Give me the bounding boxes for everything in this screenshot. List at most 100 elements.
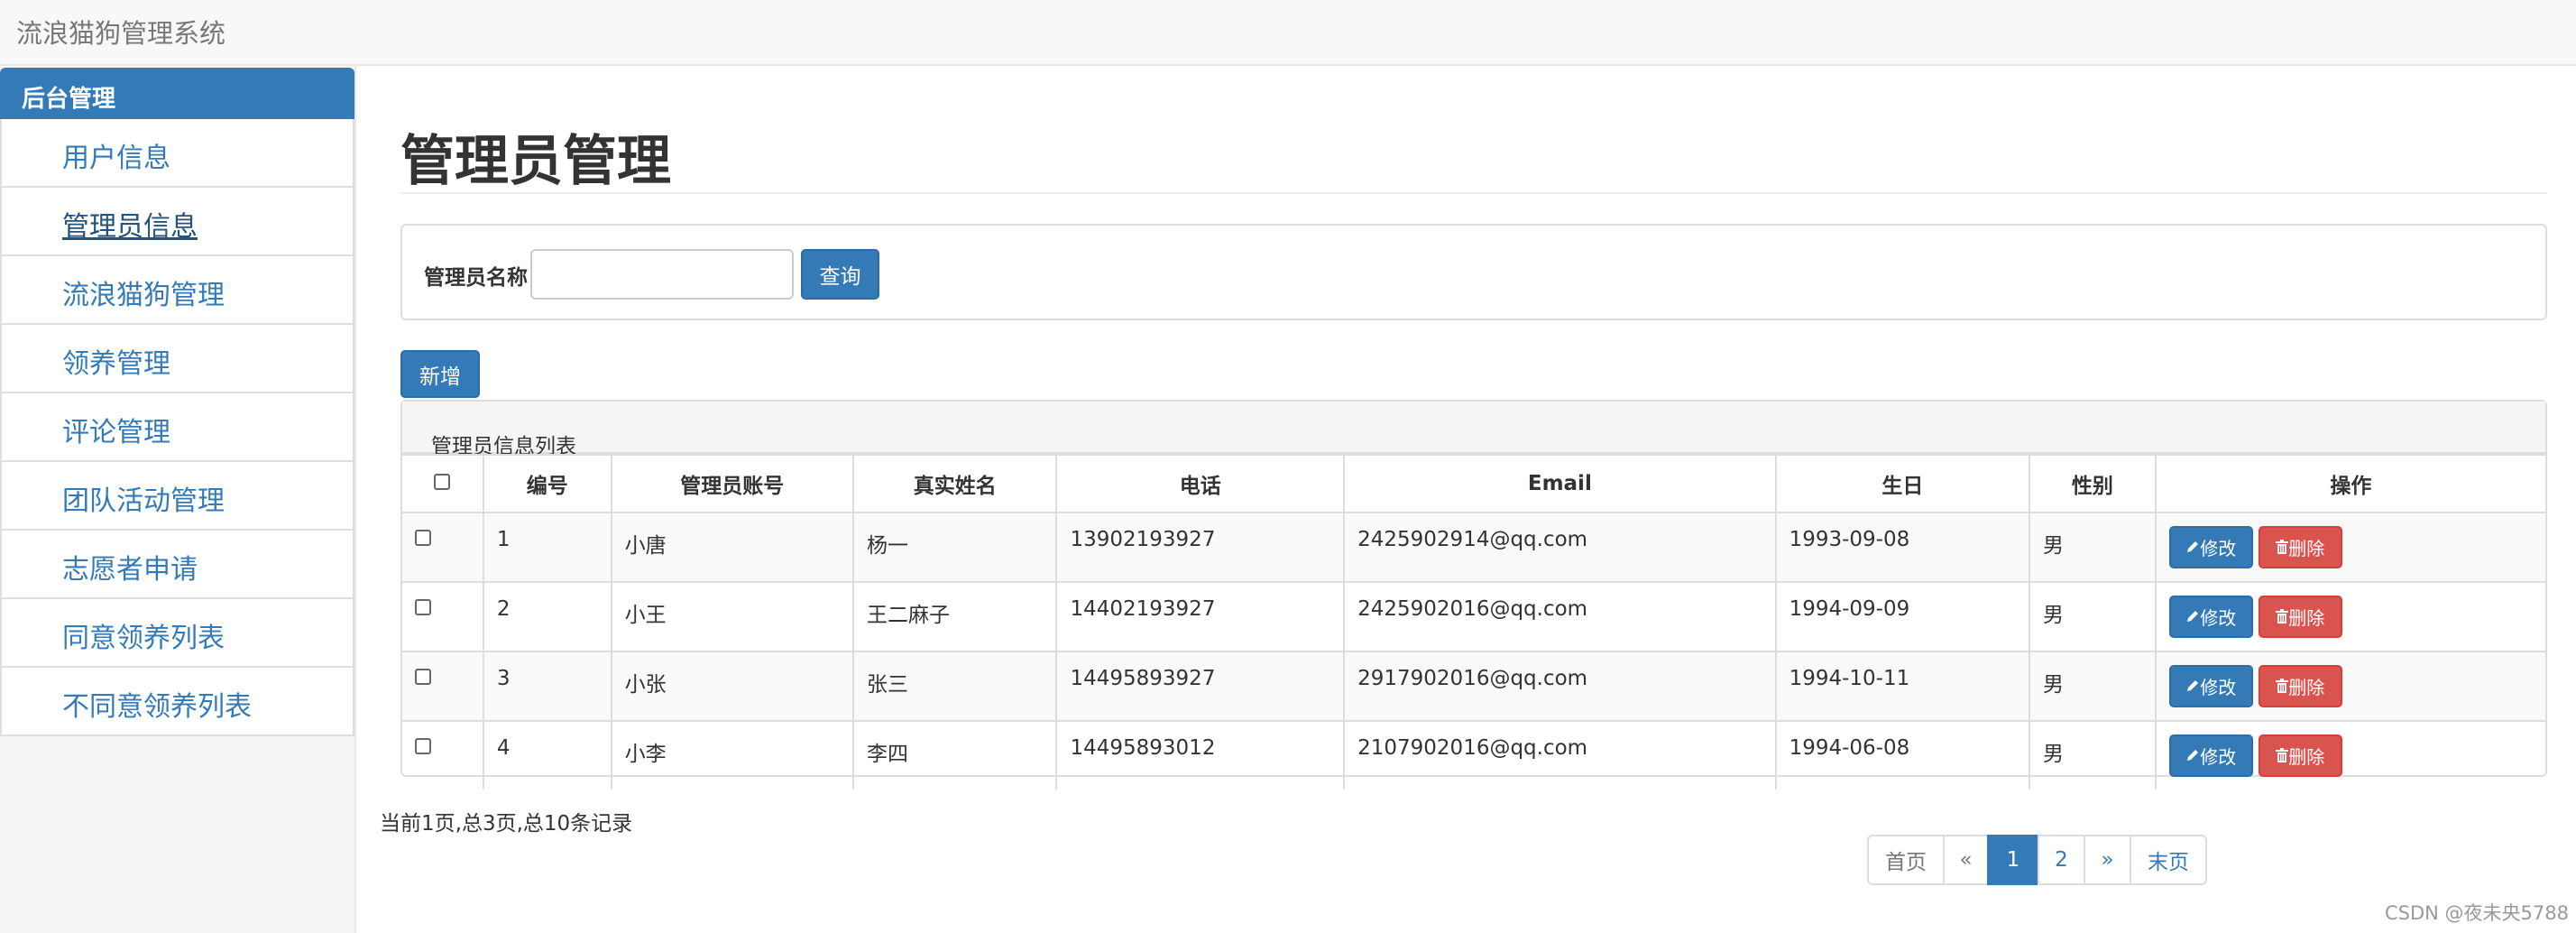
select-all-checkbox[interactable] <box>434 474 451 490</box>
actions-cell: 修改 删除 <box>2154 581 2545 652</box>
cell-phone: 13902193927 <box>1055 512 1346 583</box>
cell-name: 李四 <box>851 720 1058 790</box>
sidebar-item-label: 志愿者申请 <box>62 554 198 586</box>
cell-id: 2 <box>482 581 612 652</box>
pencil-icon <box>2185 745 2200 767</box>
cell-name: 张三 <box>851 651 1058 722</box>
sidebar-item[interactable]: 用户信息 <box>0 119 354 188</box>
cell-id: 3 <box>482 651 612 722</box>
cell-phone: 14402193927 <box>1055 581 1346 652</box>
delete-button[interactable]: 删除 <box>2258 596 2342 638</box>
app-title[interactable]: 流浪猫狗管理系统 <box>16 13 225 51</box>
table-panel: 管理员信息列表 编号 管理员账号 真实姓名 电话 Email 生日 性别 操作 1 小唐 杨一 13… <box>400 400 2547 790</box>
table-heading: 管理员信息列表 <box>402 402 2545 458</box>
sidebar-item[interactable]: 流浪猫狗管理 <box>0 256 354 325</box>
cell-account: 小李 <box>610 720 854 790</box>
table-row: 1 小唐 杨一 13902193927 2425902914@qq.com 1993-09… <box>402 512 2545 583</box>
column-header: 操作 <box>2154 454 2545 513</box>
column-header: 管理员账号 <box>610 454 854 513</box>
cell-gender: 男 <box>2029 720 2157 790</box>
trash-icon <box>2276 745 2289 767</box>
cell-birthday: 1994-06-08 <box>1774 720 2031 790</box>
sidebar-item-label: 不同意领养列表 <box>62 691 252 723</box>
delete-button[interactable]: 删除 <box>2258 526 2342 568</box>
edit-button[interactable]: 修改 <box>2168 734 2253 777</box>
admin-table: 编号 管理员账号 真实姓名 电话 Email 生日 性别 操作 1 小唐 杨一 1390219392… <box>402 454 2545 790</box>
cell-name: 杨一 <box>851 512 1058 583</box>
row-select-cell <box>402 651 484 722</box>
sidebar-item[interactable]: 团队活动管理 <box>0 462 354 531</box>
search-panel: 管理员名称 查询 <box>400 224 2547 320</box>
navbar: 流浪猫狗管理系统 <box>0 0 2576 66</box>
add-button[interactable]: 新增 <box>400 350 480 398</box>
search-button[interactable]: 查询 <box>801 249 879 300</box>
trash-icon <box>2276 676 2289 697</box>
cell-birthday: 1994-10-11 <box>1774 651 2031 722</box>
cell-gender: 男 <box>2029 512 2157 583</box>
select-all-header <box>402 454 484 513</box>
cell-account: 小唐 <box>610 512 854 583</box>
admin-name-input[interactable] <box>530 249 794 300</box>
sidebar-item-label: 流浪猫狗管理 <box>62 280 225 311</box>
row-checkbox[interactable] <box>415 669 431 685</box>
cell-account: 小张 <box>610 651 854 722</box>
row-select-cell <box>402 720 484 790</box>
sidebar-item-label: 管理员信息 <box>62 211 198 243</box>
trash-icon <box>2276 606 2289 628</box>
column-header: 真实姓名 <box>851 454 1058 513</box>
sidebar-header: 后台管理 <box>0 68 354 119</box>
sidebar-item[interactable]: 领养管理 <box>0 325 354 393</box>
sidebar-item[interactable]: 不同意领养列表 <box>0 668 354 736</box>
table-row: 2 小王 王二麻子 14402193927 2425902016@qq.com 1994-… <box>402 581 2545 652</box>
cell-email: 2425902016@qq.com <box>1343 581 1777 652</box>
sidebar-item-label: 用户信息 <box>62 143 170 174</box>
pagination-status: 当前1页,总3页,总10条记录 <box>380 812 633 836</box>
cell-email: 2425902914@qq.com <box>1343 512 1777 583</box>
sidebar-menu: 用户信息管理员信息流浪猫狗管理领养管理 评论管理团队活动管理 志愿者申请同意领养列表… <box>0 119 354 736</box>
page-1-button[interactable]: 1 <box>1987 835 2039 885</box>
page-2-button[interactable]: 2 <box>2038 835 2085 885</box>
delete-button[interactable]: 删除 <box>2258 665 2342 707</box>
actions-cell: 修改 删除 <box>2154 720 2545 790</box>
table-row: 3 小张 张三 14495893927 2917902016@qq.com 1994-10… <box>402 651 2545 722</box>
cell-gender: 男 <box>2029 581 2157 652</box>
delete-button[interactable]: 删除 <box>2258 734 2342 777</box>
column-header: 生日 <box>1774 454 2031 513</box>
sidebar-item[interactable]: 同意领养列表 <box>0 599 354 668</box>
next-page-button[interactable]: » <box>2084 835 2131 885</box>
cell-phone: 14495893927 <box>1055 651 1346 722</box>
cell-email: 2917902016@qq.com <box>1343 651 1777 722</box>
actions-cell: 修改 删除 <box>2154 651 2545 722</box>
sidebar-item[interactable]: 评论管理 <box>0 393 354 462</box>
row-checkbox[interactable] <box>415 738 431 754</box>
row-checkbox[interactable] <box>415 530 431 546</box>
column-header: 电话 <box>1055 454 1346 513</box>
divider <box>400 192 2547 194</box>
cell-gender: 男 <box>2029 651 2157 722</box>
watermark: CSDN @夜未央5788 <box>2385 902 2569 924</box>
edit-button[interactable]: 修改 <box>2168 665 2253 707</box>
sidebar-item-label: 团队活动管理 <box>62 485 225 517</box>
row-checkbox[interactable] <box>415 599 431 615</box>
search-label: 管理员名称 <box>424 266 528 290</box>
cell-name: 王二麻子 <box>851 581 1058 652</box>
row-select-cell <box>402 581 484 652</box>
pencil-icon <box>2185 606 2200 628</box>
last-page-button[interactable]: 末页 <box>2130 835 2207 885</box>
pencil-icon <box>2185 537 2200 559</box>
sidebar-item-label: 同意领养列表 <box>62 623 225 654</box>
cell-birthday: 1994-09-09 <box>1774 581 2031 652</box>
column-header: 性别 <box>2029 454 2157 513</box>
pencil-icon <box>2185 676 2200 697</box>
sidebar-item[interactable]: 管理员信息 <box>0 188 354 256</box>
sidebar-item[interactable]: 志愿者申请 <box>0 531 354 599</box>
cell-id: 4 <box>482 720 612 790</box>
first-page-button[interactable]: 首页 <box>1867 835 1945 885</box>
edit-button[interactable]: 修改 <box>2168 596 2253 638</box>
column-header: 编号 <box>482 454 612 513</box>
cell-account: 小王 <box>610 581 854 652</box>
row-select-cell <box>402 512 484 583</box>
cell-id: 1 <box>482 512 612 583</box>
prev-page-button[interactable]: « <box>1943 835 1989 885</box>
edit-button[interactable]: 修改 <box>2168 526 2253 568</box>
